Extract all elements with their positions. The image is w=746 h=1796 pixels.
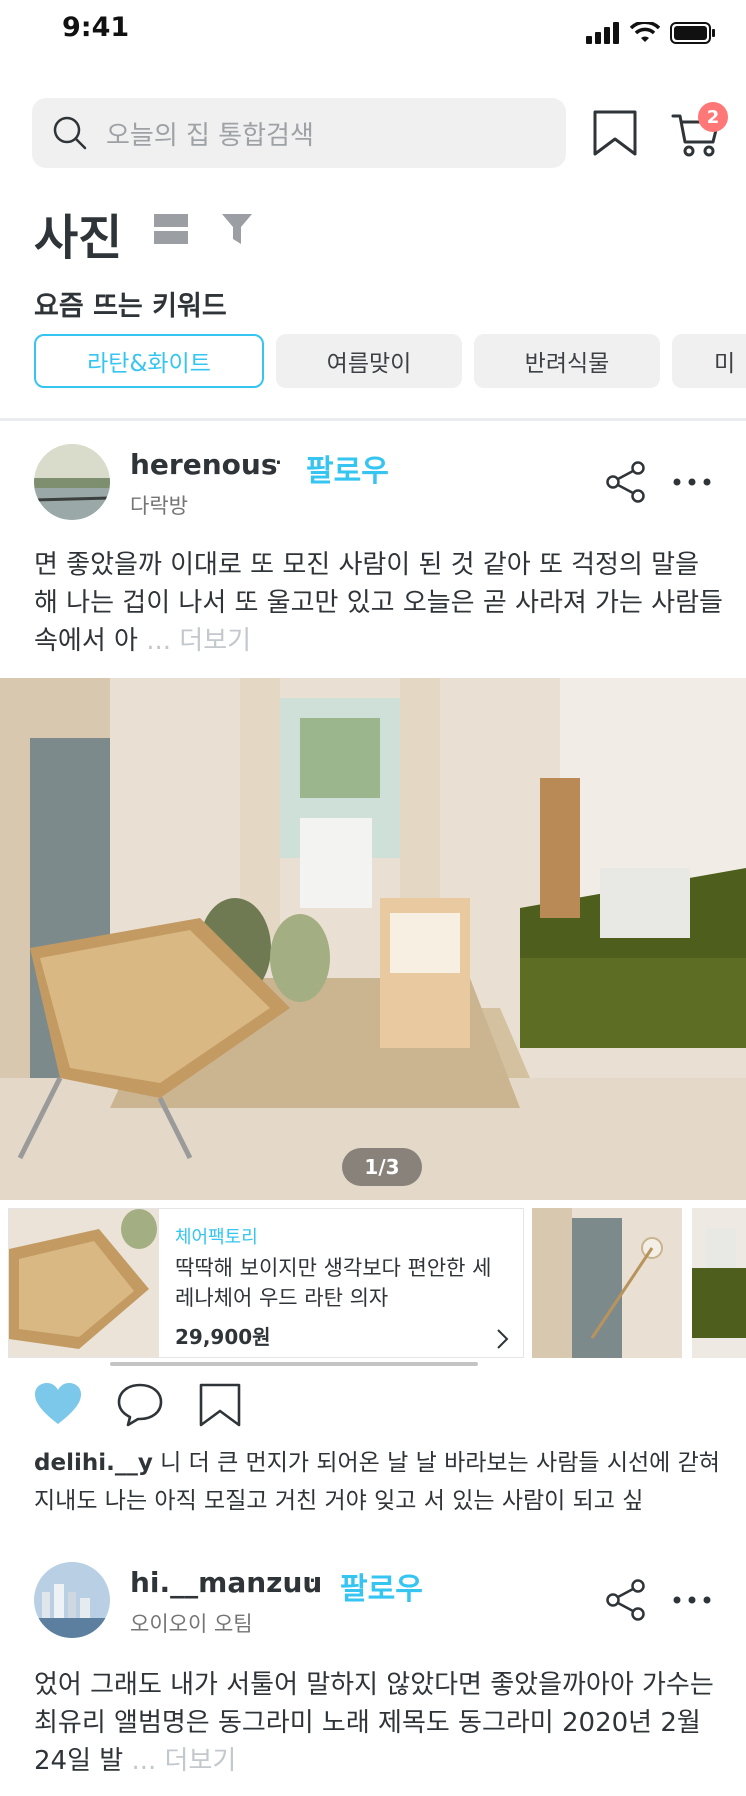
cart-badge: 2	[698, 102, 728, 132]
post-header: herenous · 팔로우 다락방	[0, 444, 746, 534]
like-button[interactable]	[34, 1382, 82, 1428]
battery-icon	[670, 22, 715, 44]
post-username[interactable]: herenous	[130, 448, 278, 481]
keyword-chip-partial[interactable]: 미	[672, 334, 746, 388]
photo-thumbnail[interactable]	[692, 1208, 746, 1358]
photo-thumbnail[interactable]	[532, 1208, 682, 1358]
view-toggle-button[interactable]	[154, 212, 188, 250]
cart-button[interactable]: 2	[666, 102, 728, 162]
more-button[interactable]	[672, 1592, 712, 1606]
avatar[interactable]	[34, 1562, 110, 1638]
read-more-link[interactable]: ... 더보기	[146, 626, 251, 656]
post-text: 면 좋았을까 이대로 또 모진 사람이 된 것 같아 또 걱정의 말을 해 나는…	[34, 546, 724, 660]
separator-dot: ·	[308, 1564, 317, 1597]
product-price: 29,900원	[175, 1325, 271, 1349]
keyword-chip-plants[interactable]: 반려식물	[474, 334, 660, 388]
comment-button[interactable]	[116, 1382, 164, 1428]
chevron-right-icon	[497, 1329, 509, 1349]
keyword-chip-summer[interactable]: 여름맞이	[276, 334, 462, 388]
view-toggle-icon	[154, 214, 188, 244]
keyword-chip-rattan-white[interactable]: 라탄&화이트	[34, 334, 264, 388]
comment-username[interactable]: delihi.__y	[34, 1450, 153, 1476]
product-name: 딱딱해 보이지만 생각보다 편안한 세레나체어 우드 라탄 의자	[175, 1256, 492, 1310]
signal-icon	[586, 22, 619, 44]
share-button[interactable]	[604, 460, 648, 504]
product-card[interactable]: 체어팩토리 딱딱해 보이지만 생각보다 편안한 세레나체어 우드 라탄 의자 2…	[8, 1208, 524, 1358]
section-divider	[0, 418, 746, 421]
product-thumbnail	[9, 1209, 159, 1357]
avatar[interactable]	[34, 444, 110, 520]
more-icon	[673, 478, 711, 486]
page-title: 사진	[34, 210, 123, 266]
bookmark-icon	[199, 1383, 241, 1427]
post-room: 다락방	[130, 494, 188, 518]
separator-dot: ·	[274, 446, 283, 479]
search-input[interactable]: 오늘의 집 통합검색	[32, 98, 566, 168]
post-photo[interactable]	[0, 678, 746, 1200]
post-header: hi.__manzuu · 팔로우 오이오이 오팀	[0, 1562, 746, 1652]
more-button[interactable]	[672, 474, 712, 488]
product-strip-scrollbar[interactable]	[110, 1362, 478, 1366]
save-button[interactable]	[198, 1382, 246, 1428]
heart-icon	[35, 1383, 81, 1424]
status-icons	[586, 18, 716, 48]
status-time: 9:41	[62, 12, 130, 43]
filter-button[interactable]	[222, 212, 252, 250]
bookmark-button[interactable]	[590, 108, 640, 158]
post-text: 었어 그래도 내가 서툴어 말하지 않았다면 좋았을까아아 가수는 최유리 앨범…	[34, 1666, 724, 1780]
comment-icon	[117, 1383, 163, 1427]
photo-counter: 1/3	[342, 1148, 422, 1186]
comment-preview: delihi.__y 니 더 큰 먼지가 되어온 날 날 바라보는 사람들 시선…	[34, 1444, 724, 1520]
bookmark-icon	[593, 110, 637, 156]
follow-button[interactable]: 팔로우	[306, 446, 389, 490]
search-placeholder: 오늘의 집 통합검색	[106, 120, 314, 151]
follow-button[interactable]: 팔로우	[340, 1564, 423, 1608]
post-room: 오이오이 오팀	[130, 1612, 253, 1636]
product-brand: 체어팩토리	[175, 1227, 258, 1248]
wifi-icon	[630, 22, 660, 42]
search-icon	[53, 116, 87, 150]
more-icon	[673, 1596, 711, 1604]
filter-icon	[222, 214, 252, 244]
read-more-link[interactable]: ... 더보기	[131, 1746, 236, 1776]
keyword-chips: 라탄&화이트 여름맞이 반려식물 미	[34, 334, 746, 390]
share-icon	[606, 1579, 645, 1621]
post-body: 면 좋았을까 이대로 또 모진 사람이 된 것 같아 또 걱정의 말을 해 나는…	[34, 550, 723, 656]
product-strip: 체어팩토리 딱딱해 보이지만 생각보다 편안한 세레나체어 우드 라탄 의자 2…	[8, 1206, 746, 1360]
keyword-section-title: 요즘 뜨는 키워드	[34, 291, 227, 322]
share-icon	[606, 461, 645, 503]
status-bar: 9:41	[0, 0, 746, 64]
share-button[interactable]	[604, 1578, 648, 1622]
post-username[interactable]: hi.__manzuu	[130, 1566, 322, 1599]
